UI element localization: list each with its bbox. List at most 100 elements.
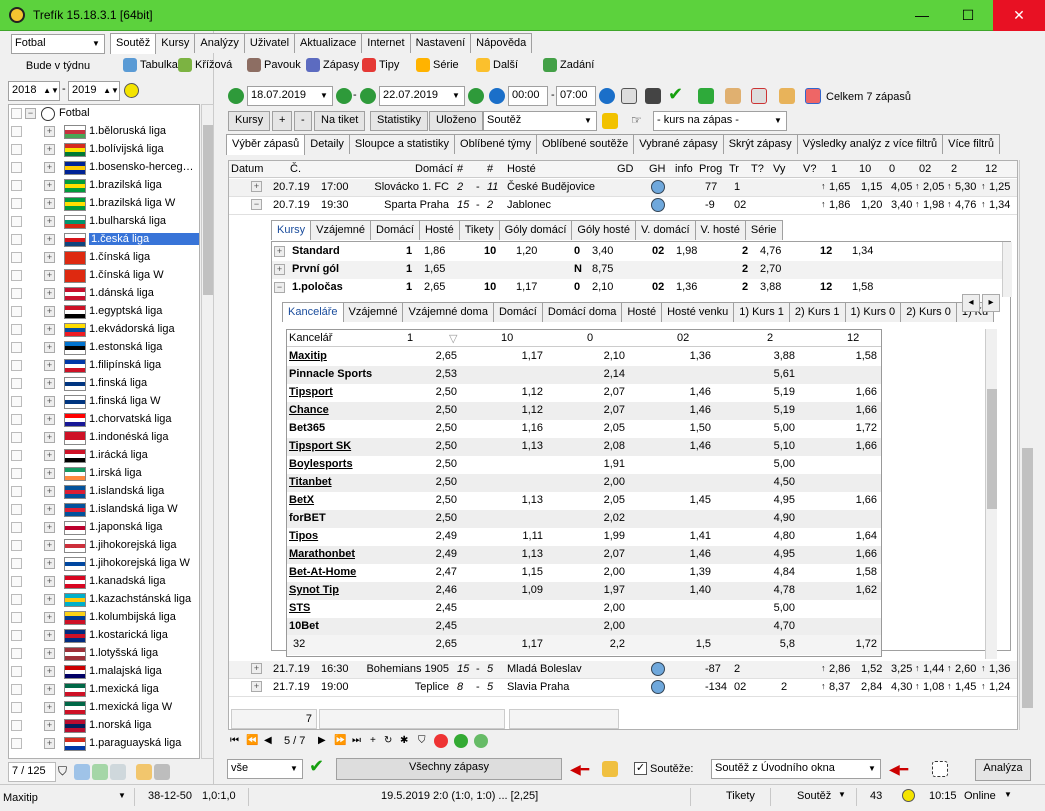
date-from-field[interactable]: 18.07.2019 ▼ [247,86,333,106]
filter-select[interactable]: vše ▼ [227,759,303,779]
expand-icon[interactable]: + [44,288,55,299]
tree-item[interactable]: +1.indonéská liga [9,429,199,447]
tree-item[interactable]: +1.bulharská liga [9,213,199,231]
tree-checkbox[interactable] [11,216,22,227]
bookmaker-column-header[interactable]: Kancelář [289,332,332,344]
tree-item[interactable]: +1.česká liga [9,231,199,249]
tree-item[interactable]: +1.dánská liga [9,285,199,303]
bookmaker-row[interactable]: forBET 2,50 2,02 4,90 [287,510,881,528]
menu-tab[interactable]: Soutěž [110,33,157,54]
collapse-icon[interactable]: − [274,282,285,293]
add-green-icon[interactable] [454,734,468,748]
confirm-icon[interactable]: ✔ [668,84,683,105]
bookmaker-tab[interactable]: Domácí [492,302,543,322]
tree-checkbox[interactable] [11,414,22,425]
tree-checkbox[interactable] [11,396,22,407]
refresh-icon[interactable]: ↻ [384,735,392,746]
tree-checkbox[interactable] [11,234,22,245]
bookmaker-name[interactable]: Marathonbet [289,548,355,560]
tree-item[interactable]: +1.bolívijská liga [9,141,199,159]
prev-date-icon-2[interactable] [360,88,376,104]
bookmaker-tab[interactable]: Kanceláře [282,302,344,322]
tree-item[interactable]: +1.bosensko-herceg… [9,159,199,177]
competitions-checkbox[interactable]: ✓ [634,762,647,775]
expand-icon[interactable]: + [274,246,285,257]
tree-checkbox[interactable] [11,180,22,191]
tree-item[interactable]: +1.paraguayská liga [9,735,199,753]
expand-icon[interactable]: + [44,648,55,659]
prev-date-icon[interactable] [228,88,244,104]
bookmaker-row[interactable]: Titanbet 2,50 2,00 4,50 [287,474,881,492]
globe-icon[interactable] [651,662,665,676]
bookmaker-column-header[interactable]: 1 [407,332,413,344]
column-header[interactable]: GD [617,163,634,175]
tree-item[interactable]: +1.ekvádorská liga [9,321,199,339]
tab-scroll-left[interactable]: ◂ [962,294,980,312]
source-select[interactable]: Soutěž z Úvodního okna ▼ [711,759,881,779]
next-date-icon-2[interactable] [468,88,484,104]
tree-checkbox[interactable] [11,738,22,749]
tree-scrollbar[interactable] [201,104,214,759]
expand-icon[interactable]: + [274,264,285,275]
column-header[interactable]: # [457,163,463,175]
tree-item[interactable]: +1.kolumbijská liga [9,609,199,627]
bookmaker-column-header[interactable]: 02 [677,332,689,344]
tree-checkbox[interactable] [11,648,22,659]
menu-tab[interactable]: Aktualizace [294,33,363,53]
clock-icon-2[interactable] [599,88,615,104]
tree-checkbox[interactable] [11,378,22,389]
bookmaker-row[interactable]: 10Bet 2,45 2,00 4,70 [287,618,881,636]
column-header[interactable]: Prog [699,163,722,175]
tree-checkbox[interactable] [11,432,22,443]
first-page-icon[interactable]: ⏮ [230,735,239,746]
bookmaker-row[interactable]: Pinnacle Sports 2,53 2,14 5,61 [287,366,881,384]
expand-icon[interactable]: + [44,144,55,155]
detail-tab[interactable]: Tikety [458,220,500,240]
expand-icon[interactable]: + [44,414,55,425]
expand-icon[interactable]: + [44,522,55,533]
tree-item[interactable]: +1.filipínská liga [9,357,199,375]
plus-button[interactable]: + [272,111,293,131]
time-from-field[interactable]: 00:00 [508,86,548,106]
folder-icon[interactable] [602,113,618,129]
collapse-icon[interactable]: − [251,199,262,210]
expand-icon[interactable]: + [44,234,55,245]
tree-item[interactable]: +1.jihokorejská liga W [9,555,199,573]
pointer-icon[interactable]: ☞ [631,113,642,127]
prev-page-icon[interactable]: ◀ [264,735,272,746]
tree-checkbox[interactable] [11,594,22,605]
bookmaker-name[interactable]: Titanbet [289,476,332,488]
view-tab[interactable]: Oblíbené týmy [454,134,537,154]
last-page-icon[interactable]: ⏭ [352,735,361,746]
tree-item[interactable]: +1.egyptská liga [9,303,199,321]
print-icon[interactable] [645,88,661,104]
expand-icon[interactable]: + [44,666,55,677]
status-soutez[interactable]: Soutěž [797,790,831,802]
search-icon[interactable] [779,88,795,104]
bookmaker-name[interactable]: Synot Tip [289,584,339,596]
expand-icon[interactable]: + [44,558,55,569]
tree-item[interactable]: +1.kostarická liga [9,627,199,645]
column-header[interactable]: T? [751,163,764,175]
tree-item[interactable]: +1.brazilská liga [9,177,199,195]
select-icon[interactable] [932,761,948,777]
tree-item[interactable]: +1.mexická liga W [9,699,199,717]
tree-checkbox[interactable] [11,108,22,119]
column-header[interactable]: 2 [951,163,957,175]
expand-icon[interactable]: + [44,360,55,371]
bookmaker-row[interactable]: Marathonbet 2,49 1,13 2,07 1,46 4,95 1,66 [287,546,881,564]
grid-scroll-thumb[interactable] [1022,448,1033,708]
tree-checkbox[interactable] [11,666,22,677]
bookmaker-name[interactable]: Tipsport [289,386,333,398]
bookmaker-row[interactable]: Boylesports 2,50 1,91 5,00 [287,456,881,474]
column-header[interactable]: Datum [231,163,263,175]
odds-filter-select[interactable]: - kurs na zápas - ▼ [653,111,787,131]
kursy-button[interactable]: Kursy [228,111,271,131]
tree-checkbox[interactable] [11,522,22,533]
hand-icon[interactable] [725,88,741,104]
tree-item[interactable]: +1.malajská liga [9,663,199,681]
bookmaker-tab[interactable]: Vzájemné [342,302,404,322]
expand-icon[interactable]: + [44,468,55,479]
tree-checkbox[interactable] [11,612,22,623]
toolbar-srie-button[interactable]: Série [416,58,459,72]
